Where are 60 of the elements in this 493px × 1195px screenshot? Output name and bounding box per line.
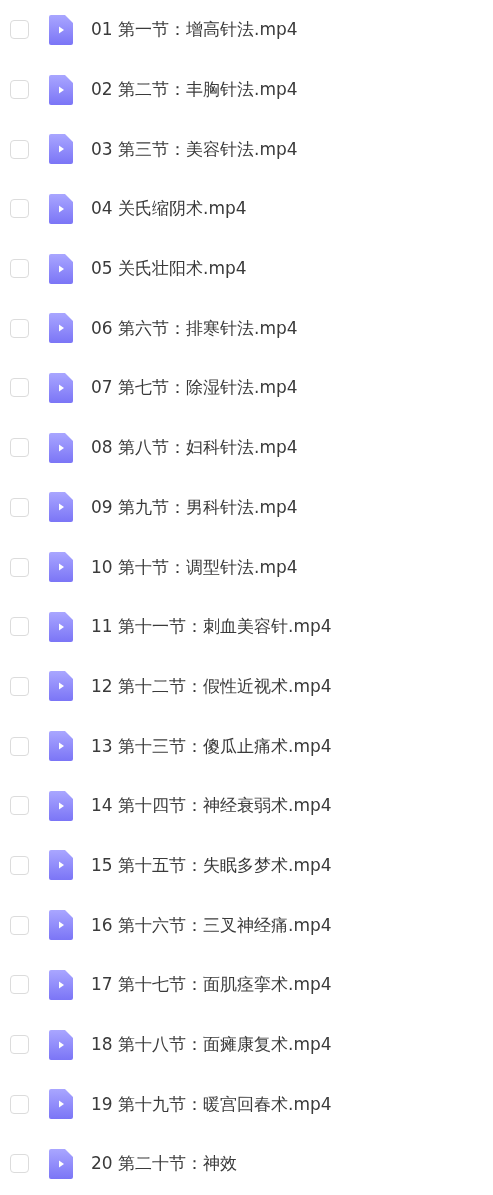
checkbox[interactable] — [10, 378, 29, 398]
checkbox[interactable] — [10, 1035, 29, 1055]
file-name[interactable]: 17 第十七节：面肌痉挛术.mp4 — [91, 973, 332, 997]
checkbox[interactable] — [10, 139, 29, 159]
checkbox[interactable] — [10, 617, 29, 637]
video-file-icon — [49, 552, 73, 583]
file-name[interactable]: 18 第十八节：面瘫康复术.mp4 — [91, 1033, 332, 1057]
file-name[interactable]: 04 关氏缩阴术.mp4 — [91, 197, 247, 221]
video-file-icon — [49, 253, 73, 284]
checkbox[interactable] — [10, 676, 29, 696]
file-name[interactable]: 07 第七节：除湿针法.mp4 — [91, 376, 298, 400]
checkbox[interactable] — [10, 1154, 29, 1174]
video-file-icon — [49, 850, 73, 881]
file-name[interactable]: 14 第十四节：神经衰弱术.mp4 — [91, 794, 332, 818]
video-file-icon — [49, 910, 73, 941]
video-file-icon — [49, 14, 73, 45]
video-file-icon — [49, 731, 73, 762]
checkbox[interactable] — [10, 497, 29, 517]
file-name[interactable]: 06 第六节：排寒针法.mp4 — [91, 316, 298, 340]
checkbox[interactable] — [10, 855, 29, 875]
file-name[interactable]: 15 第十五节：失眠多梦术.mp4 — [91, 853, 332, 877]
file-name[interactable]: 05 关氏壮阳术.mp4 — [91, 257, 247, 281]
file-name[interactable]: 01 第一节：增高针法.mp4 — [91, 18, 298, 42]
file-name[interactable]: 13 第十三节：傻瓜止痛术.mp4 — [91, 734, 332, 758]
file-name[interactable]: 19 第十九节：暖宫回春术.mp4 — [91, 1092, 332, 1116]
video-file-icon — [49, 671, 73, 702]
file-name[interactable]: 03 第三节：美容针法.mp4 — [91, 137, 298, 161]
video-file-icon — [49, 969, 73, 1000]
checkbox[interactable] — [10, 796, 29, 816]
video-file-icon — [49, 432, 73, 463]
video-file-icon — [49, 134, 73, 165]
video-file-icon — [49, 372, 73, 403]
video-file-icon — [49, 492, 73, 523]
file-name[interactable]: 11 第十一节：刺血美容针.mp4 — [91, 615, 332, 639]
video-file-icon — [49, 1148, 73, 1179]
file-name[interactable]: 16 第十六节：三叉神经痛.mp4 — [91, 913, 332, 937]
video-file-icon — [49, 1029, 73, 1060]
checkbox[interactable] — [10, 1094, 29, 1114]
file-name[interactable]: 12 第十二节：假性近视术.mp4 — [91, 674, 332, 698]
file-name[interactable]: 10 第十节：调型针法.mp4 — [91, 555, 298, 579]
checkbox[interactable] — [10, 199, 29, 219]
checkbox[interactable] — [10, 259, 29, 279]
file-name[interactable]: 09 第九节：男科针法.mp4 — [91, 495, 298, 519]
video-file-icon — [49, 313, 73, 344]
video-file-icon — [49, 74, 73, 105]
video-file-icon — [49, 193, 73, 224]
checkbox[interactable] — [10, 438, 29, 458]
video-file-icon — [49, 790, 73, 821]
file-name[interactable]: 02 第二节：丰胸针法.mp4 — [91, 78, 298, 102]
checkbox[interactable] — [10, 975, 29, 995]
checkbox[interactable] — [10, 80, 29, 100]
video-file-icon — [49, 611, 73, 642]
checkbox[interactable] — [10, 20, 29, 40]
checkbox[interactable] — [10, 915, 29, 935]
file-name[interactable]: 20 第二十节：神效 — [91, 1152, 238, 1176]
file-name[interactable]: 08 第八节：妇科针法.mp4 — [91, 436, 298, 460]
checkbox[interactable] — [10, 557, 29, 577]
checkbox[interactable] — [10, 318, 29, 338]
checkbox[interactable] — [10, 736, 29, 756]
video-file-icon — [49, 1089, 73, 1120]
